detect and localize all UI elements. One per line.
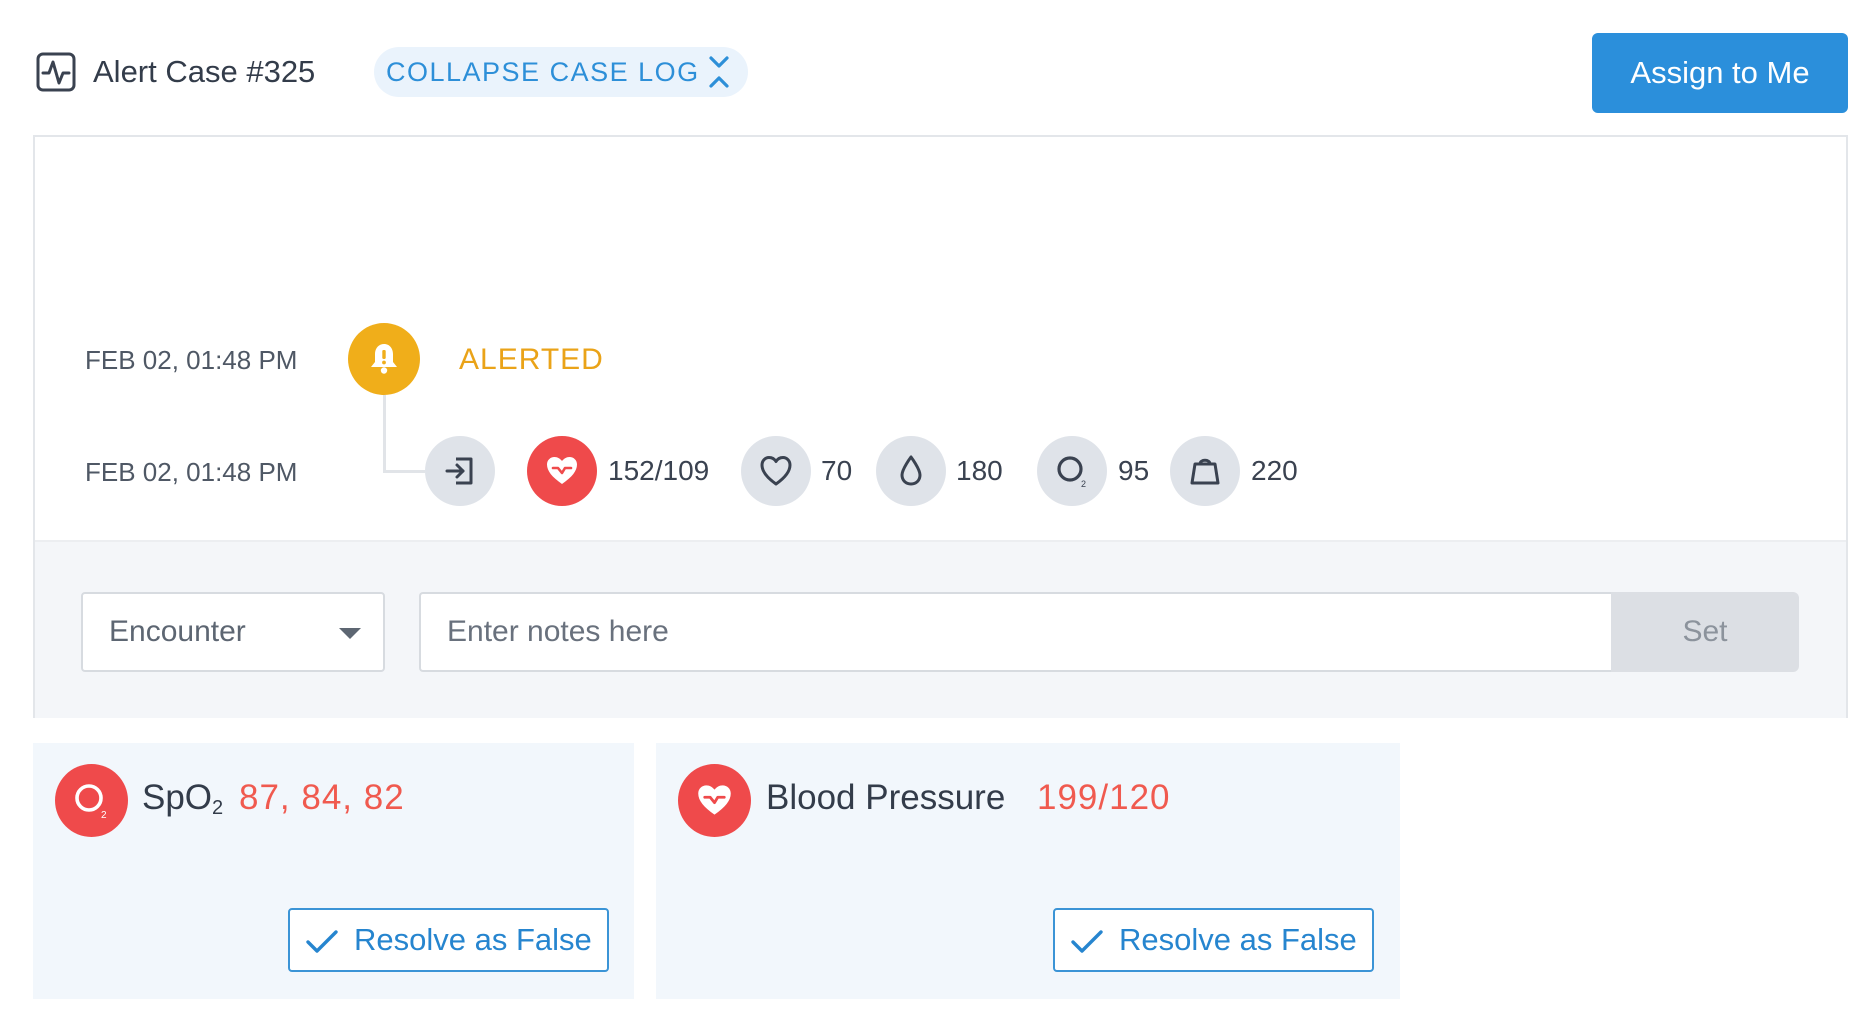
collapse-chevrons-icon: [707, 54, 731, 90]
event-timestamp: FEB 02, 01:48 PM: [85, 457, 298, 487]
resolve-as-false-label: Resolve as False: [1119, 922, 1357, 957]
collapse-case-log-label: COLLAPSE CASE LOG: [386, 57, 700, 87]
activity-monitor-icon: [36, 52, 76, 92]
alert-name-subscript: 2: [212, 797, 224, 819]
entry-arrow-icon: [425, 436, 495, 506]
svg-text:2: 2: [1081, 479, 1086, 489]
caret-down-icon: [339, 628, 361, 639]
notes-entry-bar: Encounter Set: [35, 540, 1846, 718]
alert-name: SpO: [142, 778, 213, 817]
resolve-as-false-label: Resolve as False: [354, 922, 592, 957]
oxygen-icon: 2: [1037, 436, 1107, 506]
alert-card-title: Blood Pressure: [766, 778, 1006, 817]
note-type-value: Encounter: [109, 615, 246, 648]
assign-to-me-button[interactable]: Assign to Me: [1592, 33, 1848, 113]
event-status-label: ALERTED: [459, 343, 604, 376]
weight-value: 220: [1251, 455, 1298, 486]
resolve-as-false-button[interactable]: Resolve as False: [1053, 908, 1374, 972]
resolve-as-false-button[interactable]: Resolve as False: [288, 908, 609, 972]
event-timestamp: FEB 02, 01:48 PM: [85, 345, 298, 375]
svg-text:2: 2: [101, 810, 107, 820]
weight-icon: [1170, 436, 1240, 506]
alert-card-blood-pressure: Blood Pressure 199/120 Resolve as False: [656, 743, 1400, 999]
bell-alert-icon: [348, 323, 420, 395]
heart-outline-icon: [741, 436, 811, 506]
alert-values: 199/120: [1037, 778, 1171, 817]
alert-card-title: SpO2: [142, 776, 223, 830]
timeline-connector: [383, 395, 386, 473]
notes-input[interactable]: [419, 592, 1611, 672]
timeline-connector: [383, 470, 425, 473]
heart-rate-value: 70: [821, 455, 853, 486]
case-log-panel: FEB 02, 01:48 PM ALERTED FEB 02, 01:48 P…: [33, 135, 1848, 718]
drop-icon: [876, 436, 946, 506]
set-note-button[interactable]: Set: [1611, 592, 1799, 672]
alert-case-page: Alert Case #325 COLLAPSE CASE LOG Assign…: [0, 0, 1870, 1030]
note-type-select[interactable]: Encounter: [81, 592, 385, 672]
heart-filled-icon: [527, 436, 597, 506]
glucose-value: 180: [956, 455, 1003, 486]
oxygen-icon: 2: [55, 764, 128, 837]
spo2-value: 95: [1118, 455, 1150, 486]
collapse-case-log-button[interactable]: COLLAPSE CASE LOG: [374, 47, 748, 97]
case-title: Alert Case #325: [93, 54, 316, 89]
blood-pressure-value: 152/109: [608, 455, 710, 486]
alert-card-spo2: 2 SpO2 87, 84, 82 Resolve as False: [33, 743, 634, 999]
alert-values: 87, 84, 82: [239, 778, 405, 817]
heart-filled-icon: [678, 764, 751, 837]
